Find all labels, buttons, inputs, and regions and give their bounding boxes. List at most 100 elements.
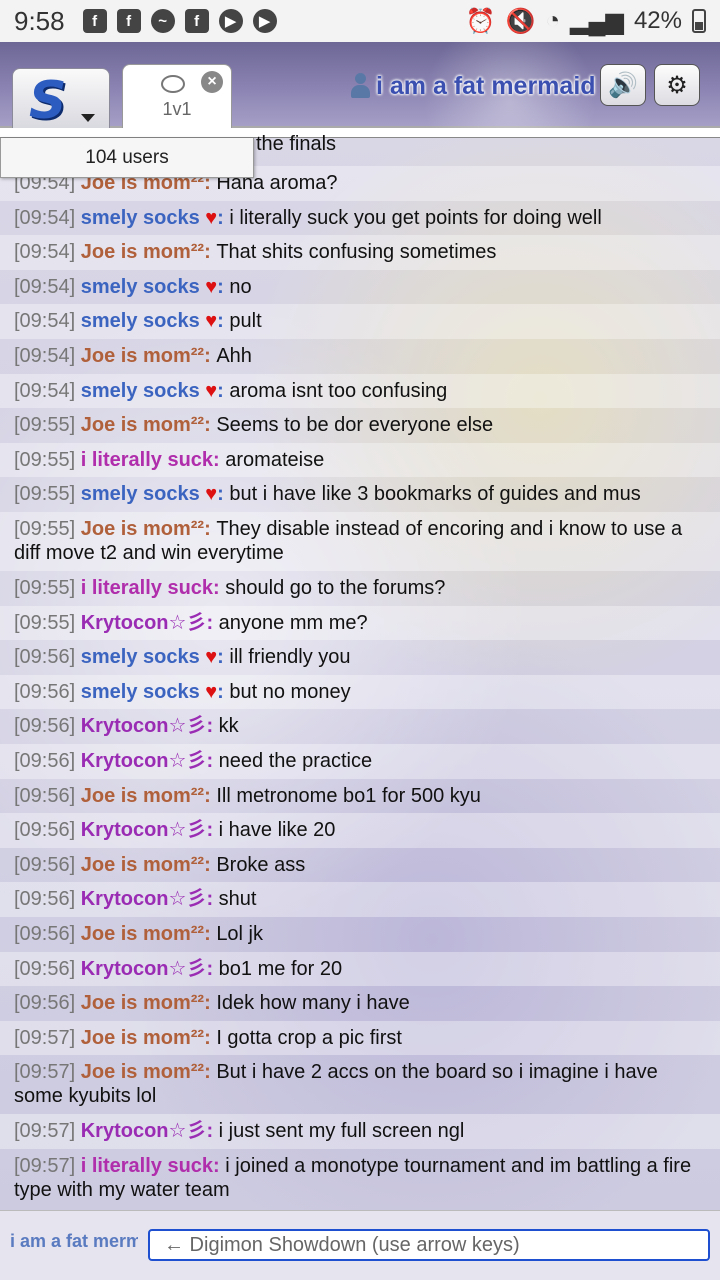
message-username[interactable]: smely socks: [81, 380, 200, 402]
message-username[interactable]: Krytocon☆彡: [81, 612, 207, 634]
chat-message: [09:56] Joe is mom²²: Ill metronome bo1 …: [0, 779, 720, 814]
chat-message: [09:56] smely socks ♥: ill friendly you: [0, 640, 720, 675]
message-timestamp: [09:54]: [14, 345, 76, 367]
message-username[interactable]: Krytocon☆彡: [81, 819, 207, 841]
close-icon[interactable]: ×: [201, 71, 223, 93]
chat-message: [09:56] Krytocon☆彡: kk: [0, 709, 720, 744]
message-username[interactable]: smely socks: [81, 310, 200, 332]
message-username[interactable]: i literally suck: [81, 449, 213, 471]
message-username[interactable]: smely socks: [81, 483, 200, 505]
message-timestamp: [09:57]: [14, 1120, 76, 1143]
message-colon: :: [204, 414, 217, 437]
message-username[interactable]: Joe is mom²²: [81, 854, 204, 876]
user-list-button[interactable]: 104 users: [0, 138, 254, 178]
chat-message: [09:54] smely socks ♥: i literally suck …: [0, 201, 720, 236]
message-username[interactable]: smely socks: [81, 207, 200, 229]
chat-message: [09:56] Joe is mom²²: Lol jk: [0, 917, 720, 952]
message-username[interactable]: Joe is mom²²: [81, 785, 204, 807]
sound-button[interactable]: 🔊: [600, 64, 646, 106]
chat-message: [09:57] i literally suck: i joined a mon…: [0, 1149, 720, 1208]
message-text: but i have like 3 bookmarks of guides an…: [229, 483, 641, 506]
message-timestamp: [09:56]: [14, 853, 76, 876]
message-username[interactable]: Joe is mom²²: [81, 1027, 204, 1049]
chat-message: [09:55] Krytocon☆彡: anyone mm me?: [0, 605, 720, 641]
message-username[interactable]: i literally suck: [81, 1155, 213, 1177]
message-username[interactable]: smely socks: [81, 646, 200, 668]
facebook-icon: f: [116, 9, 141, 33]
message-text: Lol jk: [216, 923, 264, 945]
message-username[interactable]: Joe is mom²²: [81, 241, 204, 263]
heart-icon: ♥: [199, 646, 218, 669]
chat-message: [09:55] smely socks ♥: but i have like 3…: [0, 477, 720, 512]
message-username[interactable]: Krytocon☆彡: [81, 888, 207, 910]
message-text: no: [229, 275, 252, 298]
message-username[interactable]: Joe is mom²²: [81, 992, 204, 1014]
chevron-down-icon: [81, 114, 95, 122]
message-colon: :: [204, 1026, 217, 1049]
message-colon: :: [206, 715, 219, 738]
message-text: i literally suck you get points for doin…: [229, 206, 602, 229]
showdown-logo-icon: S: [29, 71, 67, 131]
message-text: That shits confusing sometimes: [216, 241, 497, 264]
message-username[interactable]: i literally suck: [81, 577, 213, 599]
message-timestamp: [09:56]: [14, 923, 76, 945]
message-colon: :: [217, 275, 230, 298]
tab-1v1[interactable]: 1v1 ×: [122, 64, 232, 130]
heart-icon: ♥: [199, 483, 218, 506]
chat-message: [09:57] Joe is mom²²: But i have 2 accs …: [0, 1055, 720, 1114]
main-menu-button[interactable]: S: [12, 68, 110, 131]
message-text: ill friendly you: [229, 646, 351, 669]
status-bar: 9:58 f f ~ f ▶ ▶ ⏰ 🔇 ◔ ▂▄▆ 42%: [0, 0, 720, 42]
message-timestamp: [09:55]: [14, 577, 76, 599]
message-text: anyone mm me?: [218, 611, 368, 634]
chat-footer: i am a fat mermaid: [0, 1210, 720, 1280]
message-colon: :: [204, 992, 217, 1015]
chat-log[interactable]: the finals [09:54] Joe is mom²²: Hana ar…: [0, 128, 720, 1210]
message-username[interactable]: Krytocon☆彡: [81, 750, 207, 772]
mute-icon: 🔇: [505, 7, 536, 35]
message-timestamp: [09:56]: [14, 680, 76, 703]
message-username[interactable]: Krytocon☆彡: [81, 1120, 207, 1142]
message-timestamp: [09:56]: [14, 992, 76, 1015]
message-colon: :: [217, 646, 230, 669]
message-timestamp: [09:54]: [14, 241, 76, 264]
chat-message: [09:55] Joe is mom²²: They disable inste…: [0, 512, 720, 571]
message-timestamp: [09:57]: [14, 1026, 76, 1049]
wifi-icon: ◔: [545, 7, 561, 34]
message-colon: :: [217, 483, 230, 506]
message-username[interactable]: Joe is mom²²: [81, 414, 204, 436]
message-username[interactable]: Joe is mom²²: [81, 923, 204, 945]
chat-message: [09:55] Joe is mom²²: Seems to be dor ev…: [0, 408, 720, 443]
message-timestamp: [09:56]: [14, 888, 76, 911]
messenger-icon: ~: [150, 9, 175, 33]
message-timestamp: [09:54]: [14, 206, 76, 229]
user-account[interactable]: i am a fat mermaid: [350, 68, 596, 104]
settings-button[interactable]: ⚙: [654, 64, 700, 106]
message-text: pult: [229, 310, 262, 333]
message-timestamp: [09:56]: [14, 646, 76, 669]
message-username[interactable]: Krytocon☆彡: [81, 958, 207, 980]
message-username[interactable]: Joe is mom²²: [81, 1061, 204, 1083]
message-username[interactable]: smely socks: [81, 681, 200, 703]
message-timestamp: [09:56]: [14, 819, 76, 842]
chat-message: [09:54] Joe is mom²²: That shits confusi…: [0, 235, 720, 270]
message-colon: :: [217, 206, 230, 229]
message-colon: :: [204, 1061, 217, 1084]
username[interactable]: i am a fat mermaid: [376, 72, 596, 101]
message-timestamp: [09:56]: [14, 715, 76, 738]
message-username[interactable]: Joe is mom²²: [81, 345, 204, 367]
chat-input[interactable]: [148, 1229, 710, 1261]
message-text: should go to the forums?: [225, 577, 446, 599]
chat-message: [09:54] smely socks ♥: aroma isnt too co…: [0, 373, 720, 409]
chat-message: [09:54] smely socks ♥: no: [0, 270, 720, 305]
youtube-icon: ▶: [218, 9, 243, 33]
message-colon: :: [204, 923, 217, 945]
message-username[interactable]: Krytocon☆彡: [81, 715, 207, 737]
battery-percent: 42%: [633, 7, 682, 34]
message-username[interactable]: smely socks: [81, 276, 200, 298]
message-colon: :: [206, 611, 219, 634]
chat-bubble-icon: [161, 75, 185, 93]
message-colon: :: [217, 379, 230, 402]
message-username[interactable]: Joe is mom²²: [81, 518, 204, 540]
status-time: 9:58: [14, 5, 65, 36]
